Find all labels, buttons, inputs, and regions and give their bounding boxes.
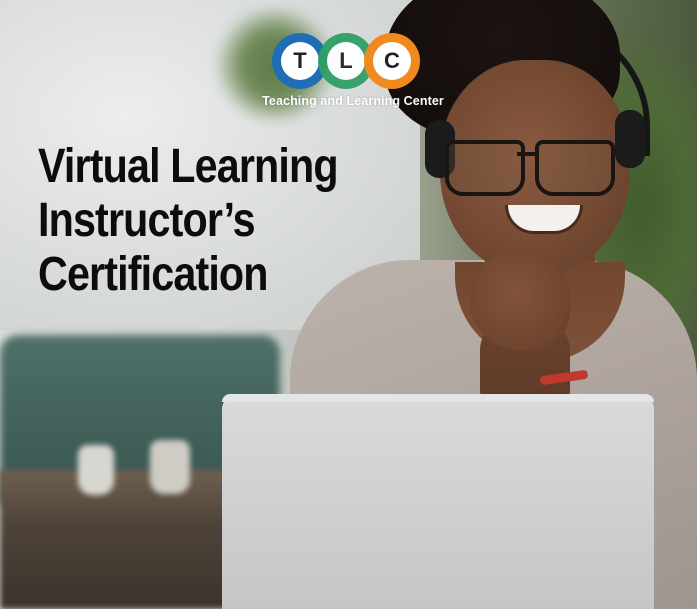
laptop-edge bbox=[222, 394, 654, 402]
glasses-lens bbox=[535, 140, 615, 196]
logo-letter: T bbox=[281, 42, 319, 80]
background-cup bbox=[150, 440, 190, 494]
person-hand bbox=[470, 255, 570, 350]
tlc-logo: T L C Teaching and Learning Center bbox=[262, 33, 444, 111]
title-line: Certification bbox=[38, 248, 269, 301]
logo-circle-c: C bbox=[364, 33, 420, 89]
background-cup bbox=[78, 445, 114, 495]
logo-letter: L bbox=[327, 42, 365, 80]
logo-tagline: Teaching and Learning Center bbox=[262, 94, 444, 108]
hero-banner: T L C Teaching and Learning Center Virtu… bbox=[0, 0, 697, 609]
glasses bbox=[445, 140, 625, 196]
glasses-lens bbox=[445, 140, 525, 196]
background-table bbox=[0, 470, 240, 609]
page-title: Virtual Learning Instructor’s Certificat… bbox=[38, 140, 339, 302]
logo-letter: C bbox=[373, 42, 411, 80]
title-line: Virtual Learning bbox=[38, 140, 339, 193]
title-line: Instructor’s bbox=[38, 194, 256, 247]
laptop bbox=[222, 394, 654, 609]
